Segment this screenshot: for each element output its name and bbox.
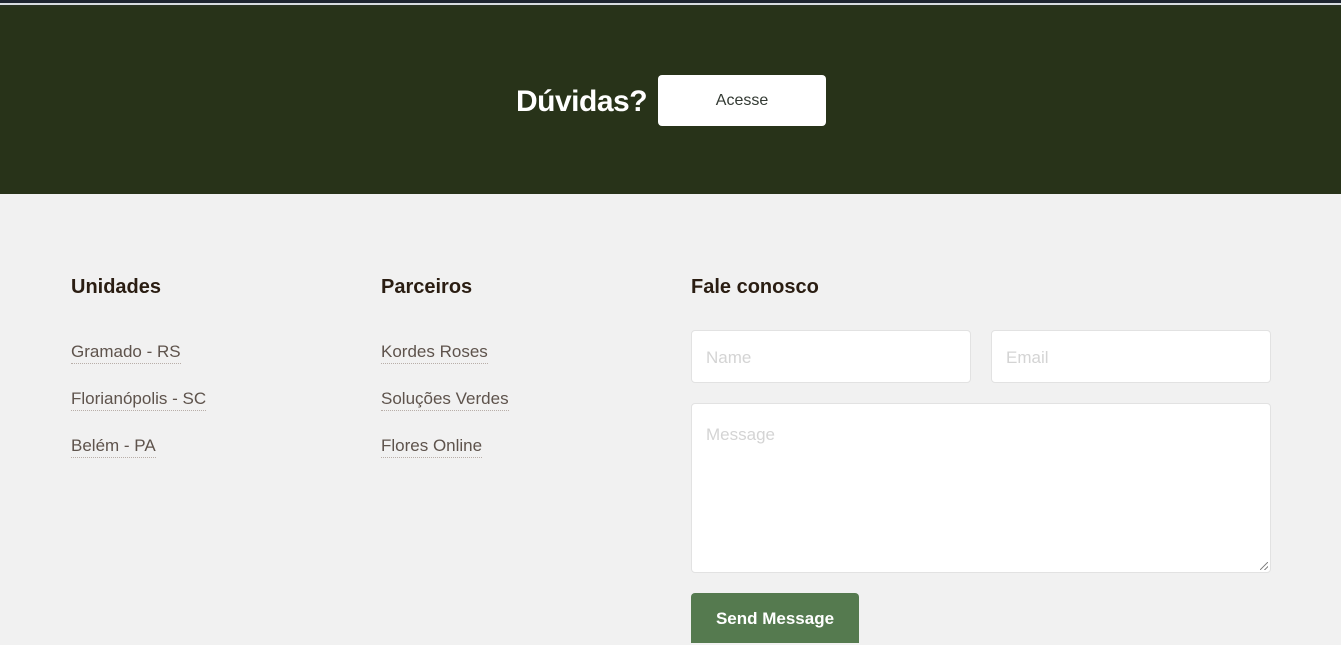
- contact-title: Fale conosco: [691, 276, 819, 298]
- cta-banner: Dúvidas? Acesse: [0, 7, 1341, 194]
- email-placeholder: Email: [1006, 348, 1049, 367]
- link-gramado[interactable]: Gramado - RS: [71, 342, 181, 364]
- link-belem[interactable]: Belém - PA: [71, 436, 156, 458]
- resize-grip-icon[interactable]: [1260, 562, 1268, 570]
- acesse-button[interactable]: Acesse: [658, 75, 826, 126]
- name-field[interactable]: Name: [691, 330, 971, 383]
- name-placeholder: Name: [706, 348, 752, 367]
- link-florianopolis[interactable]: Florianópolis - SC: [71, 389, 207, 411]
- message-field[interactable]: Message: [691, 403, 1271, 573]
- unidades-title: Unidades: [71, 276, 162, 298]
- email-field[interactable]: Email: [991, 330, 1271, 383]
- parceiros-title: Parceiros: [381, 276, 473, 298]
- link-flores-online[interactable]: Flores Online: [381, 436, 483, 458]
- link-kordes-roses[interactable]: Kordes Roses: [381, 342, 488, 364]
- footer: Unidades Gramado - RS Florianópolis - SC…: [0, 194, 1341, 643]
- top-border: [0, 0, 1341, 7]
- banner-title: Dúvidas?: [516, 85, 648, 118]
- link-solucoes-verdes[interactable]: Soluções Verdes: [381, 389, 509, 411]
- message-placeholder: Message: [706, 425, 775, 444]
